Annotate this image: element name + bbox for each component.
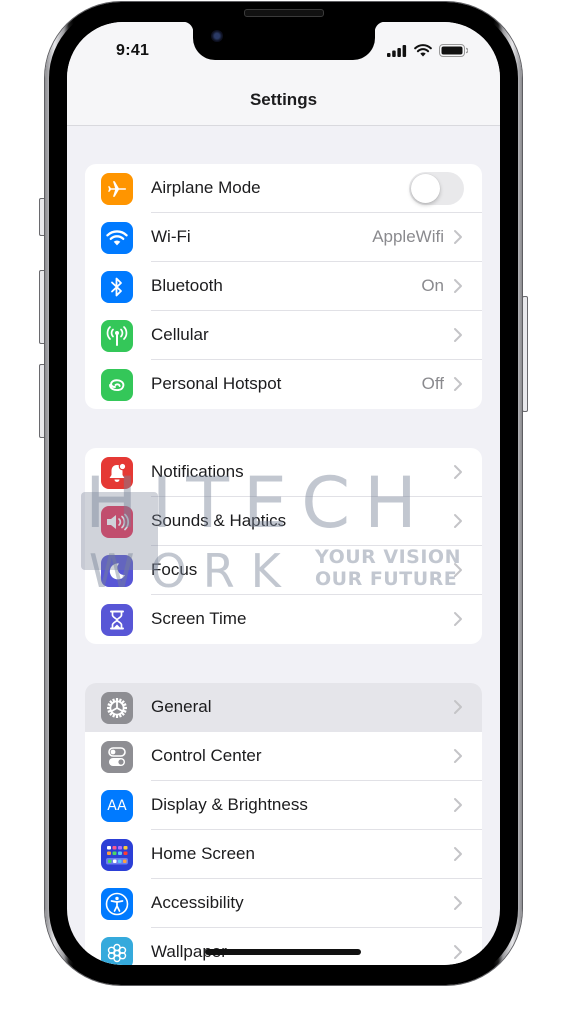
chevron-right-icon	[454, 896, 462, 910]
wifi-network-value: AppleWifi	[372, 227, 444, 246]
speaker-icon	[101, 506, 133, 538]
chevron-right-icon	[454, 749, 462, 763]
status-time: 9:41	[116, 42, 150, 59]
settings-row-label: Control Center	[151, 746, 262, 765]
earpiece-speaker	[244, 9, 324, 17]
switches-icon	[101, 741, 133, 773]
bluetooth-icon	[101, 271, 133, 303]
moon-icon	[101, 555, 133, 587]
chevron-right-icon	[454, 279, 462, 293]
gear-icon	[101, 692, 133, 724]
airplane-icon	[101, 173, 133, 205]
chevron-right-icon	[454, 563, 462, 577]
settings-row-bluetooth[interactable]: Bluetooth On	[85, 262, 482, 311]
status-icons	[387, 44, 468, 57]
settings-row-wallpaper[interactable]: Wallpaper	[85, 928, 482, 965]
front-camera	[211, 30, 223, 42]
hourglass-icon	[101, 604, 133, 636]
settings-row-screen-time[interactable]: Screen Time	[85, 595, 482, 644]
settings-row-label: Focus	[151, 560, 198, 579]
settings-row-cellular[interactable]: Cellular	[85, 311, 482, 360]
accessibility-icon	[101, 888, 133, 920]
bell-icon	[101, 457, 133, 489]
wifi-icon	[414, 44, 432, 57]
settings-row-label: General	[151, 697, 212, 716]
hotspot-status-value: Off	[421, 374, 444, 393]
toggle-knob	[411, 174, 440, 203]
home-indicator[interactable]	[205, 949, 361, 955]
chevron-right-icon	[454, 798, 462, 812]
chevron-right-icon	[454, 700, 462, 714]
chevron-right-icon	[454, 514, 462, 528]
settings-row-personal-hotspot[interactable]: Personal Hotspot Off	[85, 360, 482, 409]
airplane-mode-toggle[interactable]	[409, 172, 464, 205]
settings-row-airplane-mode[interactable]: Airplane Mode	[85, 164, 482, 213]
settings-row-label: Display & Brightness	[151, 795, 308, 814]
hotspot-link-icon	[101, 369, 133, 401]
settings-row-notifications[interactable]: Notifications	[85, 448, 482, 497]
cellular-antenna-icon	[101, 320, 133, 352]
settings-row-label: Personal Hotspot	[151, 374, 282, 393]
cellular-signal-icon	[387, 44, 407, 57]
phone-screen: 9:41 Settings Airplane Mode Wi-Fi AppleW…	[67, 22, 500, 965]
wifi-icon	[101, 222, 133, 254]
settings-row-control-center[interactable]: Control Center	[85, 732, 482, 781]
settings-group-connectivity: Airplane Mode Wi-Fi AppleWifi Bluetooth …	[85, 164, 482, 409]
settings-row-label: Screen Time	[151, 609, 247, 628]
settings-row-sounds-haptics[interactable]: Sounds & Haptics	[85, 497, 482, 546]
settings-row-label: Accessibility	[151, 893, 244, 912]
settings-row-wifi[interactable]: Wi-Fi AppleWifi	[85, 213, 482, 262]
bluetooth-status-value: On	[421, 276, 444, 295]
chevron-right-icon	[454, 847, 462, 861]
settings-row-label: Airplane Mode	[151, 178, 261, 197]
settings-row-label: Bluetooth	[151, 276, 223, 295]
battery-icon	[439, 44, 468, 57]
settings-row-label: Cellular	[151, 325, 209, 344]
chevron-right-icon	[454, 377, 462, 391]
chevron-right-icon	[454, 328, 462, 342]
notch	[183, 22, 385, 60]
side-power-button	[522, 296, 528, 412]
chevron-right-icon	[454, 465, 462, 479]
settings-row-home-screen[interactable]: Home Screen	[85, 830, 482, 879]
chevron-right-icon	[454, 612, 462, 626]
settings-row-label: Sounds & Haptics	[151, 511, 287, 530]
settings-row-general[interactable]: General	[85, 683, 482, 732]
settings-group-general: General Control Center AA Display & Brig…	[85, 683, 482, 965]
settings-row-label: Notifications	[151, 462, 244, 481]
text-size-icon: AA	[101, 790, 133, 822]
settings-row-accessibility[interactable]: Accessibility	[85, 879, 482, 928]
settings-row-label: Wi-Fi	[151, 227, 191, 246]
navigation-bar: Settings	[67, 82, 500, 126]
chevron-right-icon	[454, 945, 462, 959]
settings-row-display-brightness[interactable]: AA Display & Brightness	[85, 781, 482, 830]
flower-icon	[101, 937, 133, 965]
home-screen-grid-icon	[101, 839, 133, 871]
page-title: Settings	[249, 90, 318, 109]
text-size-glyph: AA	[107, 798, 127, 814]
settings-group-notifications: Notifications Sounds & Haptics Focus Scr…	[85, 448, 482, 644]
settings-row-label: Home Screen	[151, 844, 255, 863]
chevron-right-icon	[454, 230, 462, 244]
settings-row-focus[interactable]: Focus	[85, 546, 482, 595]
